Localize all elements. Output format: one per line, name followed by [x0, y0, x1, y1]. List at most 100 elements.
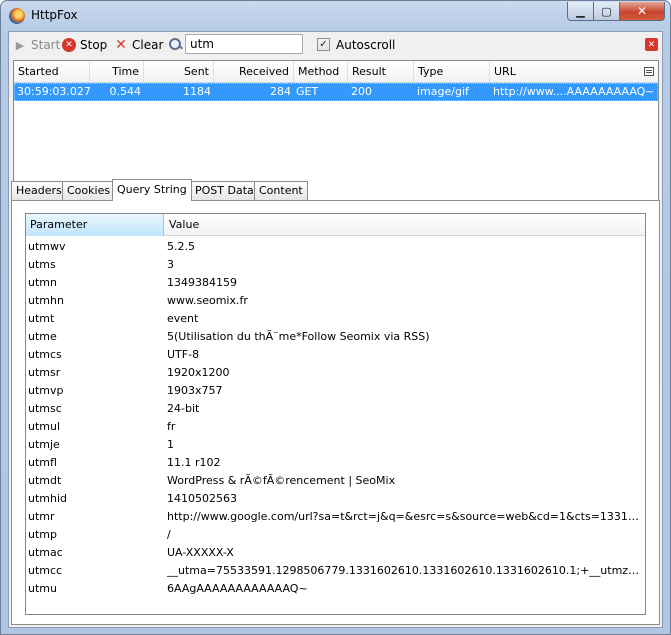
parameter-value: 6AAgAAAAAAAAAAAAQ~: [167, 582, 308, 595]
parameter-value: 1903x757: [167, 384, 223, 397]
close-icon: ✕: [647, 39, 656, 50]
column-method[interactable]: Method: [294, 61, 348, 82]
firefox-icon: [9, 8, 25, 24]
parameter-name: utmcc: [28, 564, 63, 577]
play-icon: ▶: [15, 38, 25, 52]
parameter-value: 3: [167, 258, 174, 271]
column-result[interactable]: Result: [348, 61, 414, 82]
parameter-value: 11.1 r102: [167, 456, 221, 469]
table-row[interactable]: utmp /: [26, 526, 645, 544]
table-row[interactable]: utmr http://www.google.com/url?sa=t&rct=j…: [26, 508, 645, 526]
stop-button[interactable]: ✕ Stop: [62, 37, 107, 53]
parameter-name: utmdt: [28, 474, 62, 487]
column-parameter[interactable]: Parameter: [26, 214, 164, 236]
table-row[interactable]: utmsc 24-bit: [26, 400, 645, 418]
table-row[interactable]: utmsr 1920x1200: [26, 364, 645, 382]
close-window-button[interactable]: ✕: [620, 2, 665, 21]
row-started: 30:59:03.027: [17, 85, 91, 98]
row-method: GET: [296, 85, 319, 98]
parameter-name: utmfl: [28, 456, 57, 469]
row-sent: 1184: [183, 85, 211, 98]
table-row[interactable]: utmcc __utma=75533591.1298506779.13316026…: [26, 562, 645, 580]
maximize-button[interactable]: ▢: [594, 2, 620, 21]
parameter-name: utmcs: [28, 348, 62, 361]
row-url: http://www....AAAAAAAAAQ~: [493, 85, 655, 98]
table-row[interactable]: utmdt WordPress & rÃ©fÃ©rencement | SeoMi…: [26, 472, 645, 490]
table-row[interactable]: 30:59:03.027 0.544 1184 284 GET 200 imag…: [14, 83, 658, 101]
column-value[interactable]: Value: [165, 214, 199, 236]
table-row[interactable]: utmje 1: [26, 436, 645, 454]
parameter-value: 1: [167, 438, 174, 451]
clear-button[interactable]: ✕ Clear: [114, 37, 163, 53]
tab-post-data[interactable]: POST Data: [190, 181, 259, 200]
parameter-value: http://www.google.com/url?sa=t&rct=j&q=&…: [167, 510, 643, 523]
table-row[interactable]: utmu 6AAgAAAAAAAAAAAAQ~: [26, 580, 645, 598]
close-panel-button[interactable]: ✕: [645, 38, 658, 51]
close-icon: ✕: [636, 4, 648, 18]
parameter-name: utmsc: [28, 402, 62, 415]
column-picker-icon[interactable]: [644, 67, 654, 76]
detail-tabs: Headers Cookies Query String POST Data C…: [11, 179, 662, 201]
table-row[interactable]: utmul fr: [26, 418, 645, 436]
row-received: 284: [270, 85, 291, 98]
column-time[interactable]: Time: [90, 61, 144, 82]
parameter-name: utms: [28, 258, 56, 271]
parameter-value: event: [167, 312, 199, 325]
minimize-icon: ▁: [576, 4, 585, 18]
parameter-value: 1349384159: [167, 276, 237, 289]
minimize-button[interactable]: ▁: [567, 2, 594, 21]
parameter-value: www.seomix.fr: [167, 294, 248, 307]
column-sent[interactable]: Sent: [144, 61, 214, 82]
parameter-value: 24-bit: [167, 402, 200, 415]
title-bar[interactable]: HttpFox ▁ ▢ ✕: [1, 1, 670, 31]
request-list-header: Started Time Sent Received Method Result…: [14, 61, 658, 83]
parameter-value: __utma=75533591.1298506779.1331602610.13…: [167, 564, 643, 577]
table-row[interactable]: utmhn www.seomix.fr: [26, 292, 645, 310]
toolbar: ▶ Start ✕ Stop ✕ Clear ✓ Autoscroll ✕: [9, 32, 662, 58]
query-string-table[interactable]: Parameter Value utmwv 5.2.5 utms 3 utmn 13493…: [25, 213, 646, 615]
parameter-value: /: [167, 528, 171, 541]
tab-cookies[interactable]: Cookies: [62, 181, 116, 200]
table-row[interactable]: utms 3: [26, 256, 645, 274]
table-row[interactable]: utmwv 5.2.5: [26, 238, 645, 256]
search-input[interactable]: [185, 34, 303, 54]
table-row[interactable]: utmn 1349384159: [26, 274, 645, 292]
tab-content[interactable]: Content: [254, 181, 308, 200]
start-label: Start: [31, 38, 61, 52]
table-row[interactable]: utmac UA-XXXXX-X: [26, 544, 645, 562]
autoscroll-checkbox[interactable]: ✓: [317, 38, 330, 51]
stop-icon: ✕: [62, 38, 76, 52]
table-row[interactable]: utmhid 1410502563: [26, 490, 645, 508]
column-type[interactable]: Type: [414, 61, 490, 82]
row-type: image/gif: [417, 85, 469, 98]
parameter-name: utmhn: [28, 294, 64, 307]
parameter-name: utmhid: [28, 492, 68, 505]
parameter-name: utmp: [28, 528, 57, 541]
parameter-name: utmwv: [28, 240, 66, 253]
parameter-name: utmac: [28, 546, 63, 559]
table-row[interactable]: utmfl 11.1 r102: [26, 454, 645, 472]
parameter-value: 5.2.5: [167, 240, 195, 253]
parameter-value: UA-XXXXX-X: [167, 546, 234, 559]
parameter-value: fr: [167, 420, 176, 433]
table-row[interactable]: utmcs UTF-8: [26, 346, 645, 364]
parameter-value: 1410502563: [167, 492, 237, 505]
httpfox-panel: ▶ Start ✕ Stop ✕ Clear ✓ Autoscroll ✕ St…: [8, 31, 663, 628]
table-row[interactable]: utmt event: [26, 310, 645, 328]
column-started[interactable]: Started: [14, 61, 90, 82]
column-url[interactable]: URL: [490, 61, 640, 82]
tab-headers[interactable]: Headers: [11, 181, 67, 200]
parameter-value: 1920x1200: [167, 366, 230, 379]
parameter-name: utmu: [28, 582, 57, 595]
parameter-value: 5(Utilisation du thÃ¨me*Follow Seomix vi…: [167, 330, 430, 343]
checkmark-icon: ✓: [319, 39, 328, 50]
parameter-name: utmt: [28, 312, 55, 325]
parameter-name: utmsr: [28, 366, 61, 379]
tab-query-string[interactable]: Query String: [112, 179, 192, 201]
query-string-header: Parameter Value: [26, 214, 645, 236]
start-button[interactable]: ▶ Start: [13, 37, 61, 53]
table-row[interactable]: utmvp 1903x757: [26, 382, 645, 400]
table-row[interactable]: utme 5(Utilisation du thÃ¨me*Follow Seomi…: [26, 328, 645, 346]
column-received[interactable]: Received: [214, 61, 294, 82]
autoscroll-label: Autoscroll: [336, 38, 396, 52]
